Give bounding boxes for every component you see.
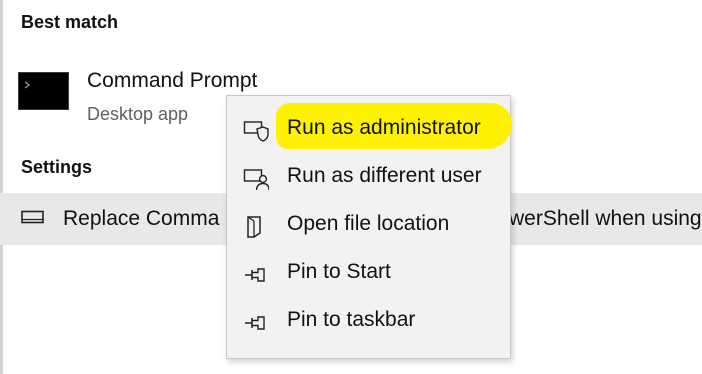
pin-icon: [243, 311, 269, 335]
menu-item-run-as-administrator[interactable]: Run as administrator: [227, 107, 510, 153]
file-location-icon: [243, 215, 269, 239]
menu-item-pin-to-taskbar[interactable]: Pin to taskbar: [227, 299, 510, 345]
pin-icon: [243, 263, 269, 287]
menu-item-open-file-location[interactable]: Open file location: [227, 203, 510, 249]
cmd-app-icon: [18, 72, 69, 110]
app-subtitle: Desktop app: [87, 104, 189, 124]
monitor-icon: [21, 210, 45, 226]
run-as-admin-icon: [243, 119, 269, 143]
run-as-user-icon: [243, 167, 270, 191]
menu-item-run-as-different-user[interactable]: Run as different user: [227, 155, 510, 201]
settings-row-text-right: werShell when using: [509, 207, 702, 230]
settings-row-text-left: Replace Comma: [63, 207, 220, 230]
left-border: [0, 0, 3, 374]
app-title: Command Prompt: [87, 69, 258, 92]
menu-item-label: Pin to Start: [287, 260, 391, 283]
best-match-header: Best match: [21, 12, 119, 32]
menu-item-pin-to-start[interactable]: Pin to Start: [227, 251, 510, 297]
menu-item-label: Run as different user: [287, 164, 482, 187]
menu-item-label: Pin to taskbar: [287, 308, 416, 331]
settings-header: Settings: [21, 157, 93, 177]
context-menu: Run as administrator Run as different us…: [226, 95, 512, 359]
menu-item-label: Run as administrator: [287, 116, 481, 139]
menu-item-label: Open file location: [287, 212, 450, 235]
